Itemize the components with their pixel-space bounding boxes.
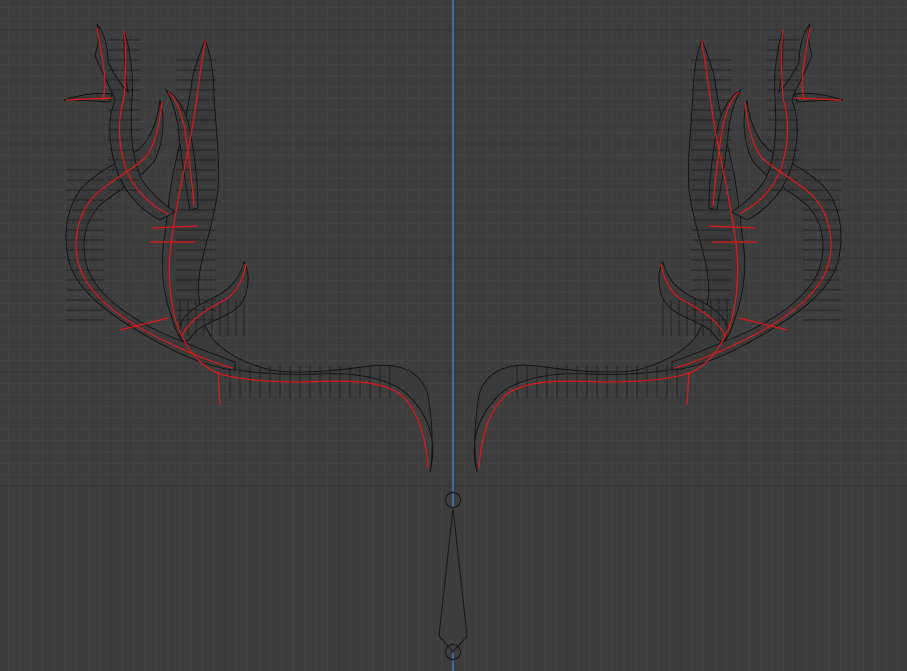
- 3d-viewport[interactable]: [0, 0, 907, 671]
- viewport-canvas[interactable]: [0, 0, 907, 671]
